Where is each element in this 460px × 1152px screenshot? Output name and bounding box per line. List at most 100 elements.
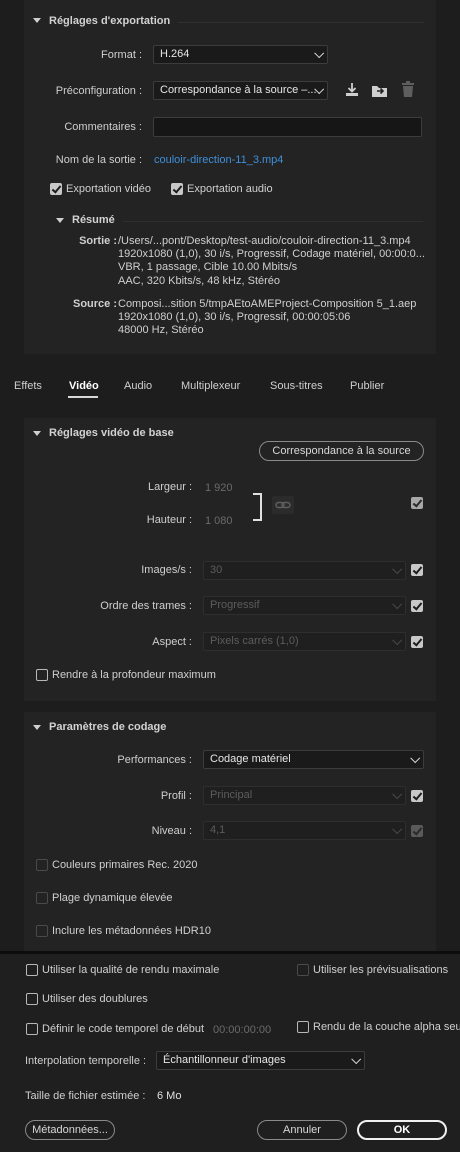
import-preset-icon[interactable]	[371, 82, 389, 98]
format-select[interactable]: H.264	[153, 45, 328, 64]
interpolation-value: Échantillonneur d'images	[163, 1054, 286, 1066]
summary-source-key: Source :	[72, 298, 117, 310]
start-timecode-checkbox[interactable]	[26, 1023, 38, 1035]
resize-checkbox[interactable]	[411, 497, 423, 509]
match-source-button[interactable]: Correspondance à la source	[259, 441, 424, 461]
fps-select[interactable]: 30	[203, 561, 406, 580]
height-value[interactable]: 1 080	[205, 515, 233, 527]
hdr-checkbox[interactable]	[36, 892, 48, 904]
summary-source-line: Composi...sition 5/tmpAEtoAMEProject-Com…	[118, 298, 417, 310]
save-preset-icon[interactable]	[344, 82, 360, 98]
aspect-label: Aspect :	[152, 636, 192, 648]
file-size-value: 6 Mo	[157, 1090, 182, 1102]
tab-video[interactable]: Vidéo	[69, 380, 99, 392]
summary-output-line: /Users/...pont/Desktop/test-audio/couloi…	[118, 235, 411, 247]
field-order-value: Progressif	[210, 599, 260, 611]
interpolation-label: Interpolation temporelle :	[25, 1055, 147, 1067]
profile-label: Profil :	[160, 790, 192, 802]
alpha-only-label: Rendu de la couche alpha seul	[313, 1021, 460, 1033]
divider	[178, 22, 424, 23]
performance-label: Performances :	[117, 754, 192, 766]
hdr-label: Plage dynamique élevée	[52, 892, 173, 904]
encoding-title: Paramètres de codage	[49, 721, 167, 733]
preset-select[interactable]: Correspondance à la source –...	[153, 81, 328, 100]
summary-output-lines: /Users/...pont/Desktop/test-audio/couloi…	[118, 235, 425, 288]
chevron-down-icon	[410, 753, 421, 764]
performance-select[interactable]: Codage matériel	[203, 750, 424, 769]
summary-source-line: 1920x1080 (1,0), 30 i/s, Progressif, 00:…	[118, 311, 351, 324]
field-order-checkbox[interactable]	[411, 600, 423, 612]
comments-label: Commentaires :	[64, 121, 142, 133]
profile-value: Principal	[210, 789, 253, 801]
link-bracket	[253, 493, 262, 521]
width-value[interactable]: 1 920	[205, 482, 233, 494]
cancel-button[interactable]: Annuler	[257, 1120, 347, 1140]
use-previews-checkbox[interactable]	[297, 964, 309, 976]
aspect-value: Pixels carrés (1,0)	[210, 635, 299, 647]
tab-effects[interactable]: Effets	[14, 380, 42, 392]
metadata-button[interactable]: Métadonnées...	[25, 1120, 115, 1140]
chevron-down-icon	[392, 599, 403, 610]
chevron-down-icon	[392, 824, 403, 835]
rec2020-checkbox[interactable]	[36, 859, 48, 871]
output-name-label: Nom de la sortie :	[55, 154, 142, 166]
file-size-label: Taille de fichier estimée :	[25, 1090, 146, 1102]
tab-captions[interactable]: Sous-titres	[270, 380, 323, 392]
chevron-down-icon	[314, 48, 325, 59]
active-tab-underline	[68, 396, 98, 398]
tab-multiplexer[interactable]: Multiplexeur	[181, 380, 240, 392]
level-checkbox[interactable]	[411, 825, 423, 837]
performance-value: Codage matériel	[210, 753, 291, 765]
level-select[interactable]: 4,1	[203, 821, 406, 840]
collapse-triangle-icon[interactable]	[33, 431, 41, 436]
use-proxies-checkbox[interactable]	[26, 993, 38, 1005]
preset-label: Préconfiguration :	[55, 85, 142, 97]
divider	[123, 221, 423, 222]
tab-publish[interactable]: Publier	[350, 380, 384, 392]
alpha-only-checkbox[interactable]	[297, 1021, 309, 1033]
chevron-down-icon	[392, 635, 403, 646]
start-timecode-label: Définir le code temporel de début	[42, 1023, 205, 1035]
height-label: Hauteur :	[146, 514, 192, 526]
delete-preset-icon[interactable]	[401, 81, 415, 98]
comments-input[interactable]	[153, 117, 422, 137]
field-order-select[interactable]: Progressif	[203, 596, 406, 615]
max-quality-checkbox[interactable]	[26, 964, 38, 976]
chevron-down-icon	[351, 1054, 362, 1065]
width-label: Largeur :	[147, 481, 192, 493]
collapse-triangle-icon[interactable]	[33, 18, 41, 23]
summary-output-key: Sortie :	[79, 235, 117, 247]
field-order-label: Ordre des trames :	[100, 600, 192, 612]
level-value: 4,1	[210, 824, 226, 836]
export-video-checkbox[interactable]	[50, 183, 62, 195]
summary-source-line: 48000 Hz, Stéréo	[118, 324, 204, 337]
max-quality-label: Utiliser la qualité de rendu maximale	[42, 964, 220, 976]
aspect-checkbox[interactable]	[411, 636, 423, 648]
summary-title: Résumé	[72, 214, 115, 226]
collapse-triangle-icon[interactable]	[56, 218, 64, 223]
chevron-down-icon	[392, 564, 403, 575]
link-icon[interactable]	[272, 496, 294, 514]
ok-button[interactable]: OK	[357, 1120, 447, 1140]
fps-label: Images/s :	[141, 564, 192, 576]
collapse-triangle-icon[interactable]	[33, 725, 41, 730]
profile-select[interactable]: Principal	[203, 786, 406, 805]
render-max-depth-checkbox[interactable]	[36, 669, 48, 681]
export-audio-checkbox[interactable]	[171, 183, 183, 195]
aspect-select[interactable]: Pixels carrés (1,0)	[203, 632, 406, 651]
render-max-depth-label: Rendre à la profondeur maximum	[52, 669, 216, 681]
profile-checkbox[interactable]	[411, 790, 423, 802]
output-name-link[interactable]: couloir-direction-11_3.mp4	[154, 154, 283, 166]
hdr10-metadata-checkbox[interactable]	[36, 925, 48, 937]
use-proxies-label: Utiliser des doublures	[42, 993, 148, 1005]
fps-checkbox[interactable]	[411, 564, 423, 576]
interpolation-select[interactable]: Échantillonneur d'images	[156, 1051, 365, 1070]
hdr10-metadata-label: Inclure les métadonnées HDR10	[52, 925, 211, 937]
format-label: Format :	[101, 49, 142, 61]
tab-audio[interactable]: Audio	[124, 380, 152, 392]
start-timecode-value[interactable]: 00:00:00:00	[213, 1024, 271, 1036]
preset-value: Correspondance à la source –...	[160, 84, 317, 96]
summary-output-line: 1920x1080 (1,0), 30 i/s, Progressif, Cod…	[118, 248, 425, 261]
rec2020-label: Couleurs primaires Rec. 2020	[52, 859, 198, 871]
basic-video-title: Réglages vidéo de base	[49, 427, 174, 439]
